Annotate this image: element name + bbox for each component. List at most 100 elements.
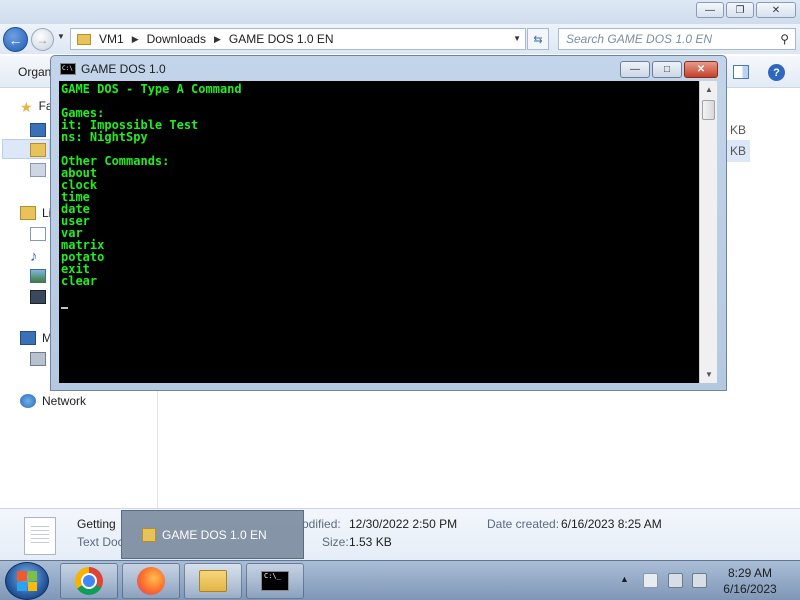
chevron-right-icon[interactable]: ▶ [132, 34, 139, 45]
nav-item-downloads[interactable] [30, 140, 52, 160]
clock-time: 8:29 AM [727, 566, 773, 580]
console-line: ns: NightSpy [61, 130, 148, 144]
taskbar-clock[interactable]: 8:29 AM 6/16/2023 [715, 565, 785, 597]
network-icon [20, 394, 36, 408]
address-bar[interactable]: VM1 ▶ Downloads ▶ GAME DOS 1.0 EN ▼ [70, 28, 526, 50]
text-cursor [61, 307, 68, 309]
console-title: GAME DOS 1.0 [81, 62, 166, 76]
chevron-right-icon[interactable]: ▶ [214, 34, 221, 45]
console-minimize-button[interactable]: — [620, 61, 650, 78]
nav-item-network[interactable]: Network [20, 391, 86, 411]
chrome-icon [75, 567, 103, 595]
maximize-button[interactable]: ❐ [726, 2, 754, 18]
file-size-cell: KB [730, 123, 747, 137]
nav-item-local-disk[interactable] [30, 349, 52, 369]
taskbar-chrome-button[interactable] [60, 563, 118, 599]
search-icon[interactable]: ⚲ [780, 32, 789, 46]
start-button[interactable] [5, 562, 49, 600]
console-close-button[interactable]: ✕ [684, 61, 718, 78]
console-line: user [61, 214, 90, 228]
details-modified-label: odified: [302, 517, 341, 531]
videos-icon [30, 290, 46, 304]
command-prompt-icon: C:\_ [261, 571, 289, 591]
network-status-icon[interactable] [668, 573, 683, 588]
thumbnail-label: GAME DOS 1.0 EN [162, 528, 267, 542]
clock-date: 6/16/2023 [723, 582, 777, 596]
action-center-icon[interactable] [643, 573, 658, 588]
pictures-icon [30, 269, 46, 283]
breadcrumb-item-downloads[interactable]: Downloads [147, 32, 206, 46]
back-button[interactable]: ← [3, 27, 28, 52]
console-window[interactable]: C:\ GAME DOS 1.0 — □ ✕ GAME DOS - Type A… [50, 55, 727, 391]
console-line: clear [61, 274, 98, 288]
libraries-icon [20, 206, 36, 220]
console-output[interactable]: GAME DOS - Type A Command Games: it: Impos… [59, 81, 699, 383]
details-created-label: Date created: [487, 517, 560, 531]
documents-icon [30, 227, 46, 241]
scroll-down-icon[interactable]: ▼ [700, 366, 718, 383]
show-hidden-icons-arrow-icon[interactable]: ▲ [620, 574, 629, 584]
nav-item-videos[interactable] [30, 287, 52, 307]
scroll-up-icon[interactable]: ▲ [700, 81, 718, 98]
computer-icon [20, 331, 36, 345]
organize-button[interactable]: Organ [18, 65, 51, 79]
nav-item-documents[interactable] [30, 224, 52, 244]
refresh-icon: ⇆ [533, 33, 543, 46]
taskbar-firefox-button[interactable] [122, 563, 180, 599]
recent-pages-dropdown[interactable]: ▼ [57, 32, 65, 41]
details-size-label: Size: [322, 535, 349, 549]
console-scrollbar[interactable]: ▲ ▼ [699, 81, 717, 383]
back-arrow-icon: ← [8, 31, 23, 48]
recent-places-icon [30, 163, 46, 177]
desktop-icon [30, 123, 46, 137]
star-icon: ★ [20, 99, 33, 115]
breadcrumb-item-vm1[interactable]: VM1 [99, 32, 124, 46]
nav-item-recent[interactable] [30, 160, 52, 180]
nav-item-pictures[interactable] [30, 266, 52, 286]
preview-pane-icon[interactable] [733, 65, 749, 79]
console-maximize-button[interactable]: □ [652, 61, 682, 78]
details-pane: Getting Text Doc odified: 12/30/2022 2:5… [0, 508, 800, 560]
nav-item-favorites[interactable]: ★ Fa [20, 96, 53, 116]
details-created-value: 6/16/2023 8:25 AM [561, 517, 662, 531]
taskbar-thumbnail-popup[interactable]: GAME DOS 1.0 EN [121, 510, 304, 559]
volume-muted-icon[interactable] [692, 573, 707, 588]
drive-icon [30, 352, 46, 366]
scrollbar-thumb[interactable] [702, 100, 715, 120]
console-line: GAME DOS - Type A Command [61, 82, 242, 96]
details-file-name: Getting [77, 517, 116, 531]
taskbar: C:\_ ▲ 8:29 AM 6/16/2023 [0, 560, 800, 600]
details-file-type: Text Doc [77, 535, 124, 549]
search-input[interactable]: Search GAME DOS 1.0 EN ⚲ [558, 28, 796, 50]
command-prompt-icon: C:\ [60, 63, 76, 75]
firefox-icon [137, 567, 165, 595]
forward-arrow-icon: → [36, 32, 49, 47]
folder-icon [142, 528, 156, 542]
nav-item-computer[interactable]: M [20, 328, 52, 348]
taskbar-explorer-button[interactable] [184, 563, 242, 599]
nav-item-desktop[interactable] [30, 120, 52, 140]
close-button[interactable]: ✕ [756, 2, 796, 18]
taskbar-cmd-button[interactable]: C:\_ [246, 563, 304, 599]
help-icon[interactable]: ? [768, 64, 785, 81]
downloads-folder-icon [30, 143, 46, 157]
search-placeholder: Search GAME DOS 1.0 EN [566, 32, 713, 46]
chevron-down-icon[interactable]: ▼ [513, 34, 521, 43]
text-document-icon [24, 517, 56, 555]
explorer-folder-icon [199, 570, 227, 592]
nav-item-libraries[interactable]: Li [20, 203, 51, 223]
forward-button[interactable]: → [31, 28, 54, 51]
console-text: GAME DOS - Type A Command Games: it: Impos… [61, 83, 242, 287]
nav-item-music[interactable]: ♪ [30, 245, 44, 265]
refresh-button[interactable]: ⇆ [527, 28, 549, 50]
console-titlebar[interactable]: C:\ GAME DOS 1.0 — □ ✕ [51, 56, 726, 81]
breadcrumb: VM1 ▶ Downloads ▶ GAME DOS 1.0 EN [99, 32, 334, 46]
minimize-button[interactable]: — [696, 2, 724, 18]
folder-icon [77, 33, 91, 45]
details-size-value: 1.53 KB [349, 535, 392, 549]
details-modified-value: 12/30/2022 2:50 PM [349, 517, 458, 531]
windows-logo-icon [17, 571, 37, 591]
breadcrumb-item-game-dos[interactable]: GAME DOS 1.0 EN [229, 32, 334, 46]
nav-item-label: Network [42, 394, 87, 408]
file-size-cell: KB [730, 144, 747, 158]
